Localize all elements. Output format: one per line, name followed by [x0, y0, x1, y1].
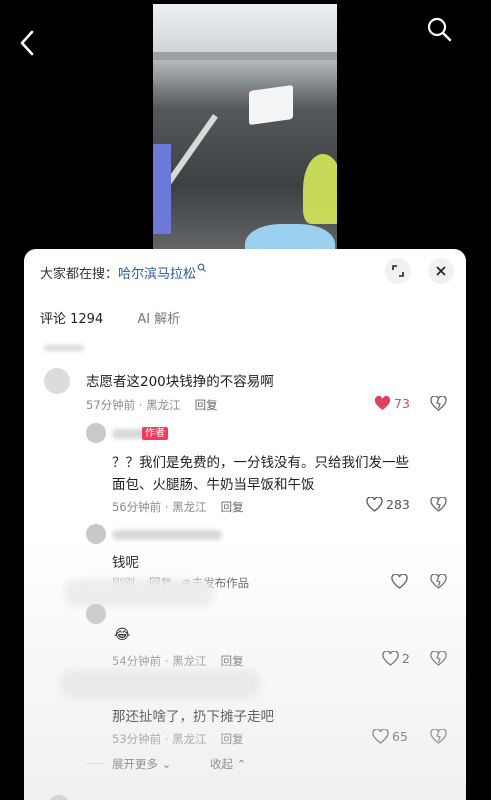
- comment-text: 钱呢: [112, 555, 139, 571]
- comment-time: 56分钟前 · 黑龙江: [112, 500, 207, 514]
- reply-button[interactable]: 回复: [221, 500, 244, 514]
- video-table: [249, 84, 293, 126]
- comment-meta: 53分钟前 · 黑龙江 回复: [112, 731, 244, 747]
- like-count: 283: [386, 497, 410, 512]
- chevron-down-icon: ⌄: [161, 757, 172, 771]
- comment-text-line1: ？？我们是免费的，一分钱没有。只给我们发一些: [112, 455, 409, 471]
- comment-meta: 57分钟前 · 黑龙江 回复: [86, 397, 218, 413]
- avatar[interactable]: [86, 524, 106, 544]
- video-frame[interactable]: [153, 4, 337, 264]
- dislike-heart-icon[interactable]: [430, 396, 447, 411]
- comment-time: 57分钟前 · 黑龙江: [86, 398, 181, 412]
- comment-meta: 56分钟前 · 黑龙江 回复: [112, 499, 244, 515]
- like-count: 73: [394, 396, 410, 411]
- privacy-blur: [64, 579, 214, 607]
- divider: [86, 763, 104, 764]
- comment-meta: 54分钟前 · 黑龙江 回复: [112, 653, 244, 669]
- avatar[interactable]: [86, 604, 106, 624]
- heart-outline-icon: [366, 497, 383, 512]
- like-button[interactable]: 2: [382, 651, 410, 666]
- collapse-label: 收起: [210, 757, 233, 771]
- avatar[interactable]: [44, 368, 70, 394]
- dislike-heart-icon[interactable]: [430, 497, 447, 512]
- heart-outline-icon[interactable]: [391, 574, 408, 589]
- comment-time: 53分钟前 · 黑龙江: [112, 732, 207, 746]
- comment-text: 那还扯啥了，扔下摊子走吧: [112, 709, 274, 725]
- expand-more-label: 展开更多: [112, 757, 158, 771]
- video-bridge: [153, 52, 337, 60]
- dislike-heart-icon[interactable]: [430, 574, 447, 589]
- hot-search-prefix: 大家都在搜：: [40, 267, 119, 282]
- comment-text-line2: 面包、火腿肠、牛奶当早饭和午饭: [112, 477, 315, 493]
- video-sky: [153, 4, 337, 54]
- like-count: 65: [392, 729, 408, 744]
- chevron-up-icon: ⌃: [236, 757, 247, 771]
- video-volunteer-raincoat: [303, 154, 337, 224]
- laughing-emoji: 😂: [114, 627, 131, 643]
- dislike-heart-icon[interactable]: [430, 651, 447, 666]
- dislike-heart-icon[interactable]: [430, 729, 447, 744]
- author-avatar[interactable]: [86, 423, 106, 443]
- expand-icon: [392, 265, 404, 277]
- like-count: 2: [402, 651, 410, 666]
- comments-sheet: 大家都在搜：哈尔滨马拉松 评论 1294 AI 解析 志愿者这200块钱挣的不容…: [24, 249, 466, 800]
- heart-outline-icon: [382, 651, 399, 666]
- username-blurred: [112, 530, 222, 540]
- reply-button[interactable]: 回复: [195, 398, 218, 412]
- heart-filled-icon: [374, 396, 391, 410]
- hidden-comment-stub: [44, 345, 84, 351]
- privacy-blur: [60, 669, 260, 699]
- collapse-button[interactable]: 收起 ⌃: [210, 756, 246, 772]
- heart-outline-icon: [372, 729, 389, 744]
- close-icon: [436, 266, 446, 276]
- next-comment-avatar[interactable]: [48, 795, 70, 800]
- comment-text: 志愿者这200块钱挣的不容易啊: [86, 374, 274, 390]
- like-button[interactable]: 283: [366, 497, 410, 512]
- arrow-left-icon: [20, 30, 34, 56]
- search-small-icon: [197, 263, 206, 272]
- back-button[interactable]: [16, 28, 40, 58]
- hot-search[interactable]: 大家都在搜：哈尔滨马拉松: [40, 263, 207, 282]
- like-button[interactable]: 65: [372, 729, 408, 744]
- video-blue-object: [153, 144, 171, 234]
- reply-button[interactable]: 回复: [221, 732, 244, 746]
- tab-comments[interactable]: 评论 1294: [40, 308, 103, 327]
- author-tag: 作者: [142, 427, 168, 440]
- expand-more-button[interactable]: 展开更多 ⌄: [112, 756, 171, 772]
- comment-tabs: 评论 1294 AI 解析: [40, 308, 210, 327]
- close-button[interactable]: [428, 258, 454, 284]
- reply-button[interactable]: 回复: [221, 654, 244, 668]
- search-icon: [427, 17, 452, 42]
- tab-ai-analysis[interactable]: AI 解析: [137, 308, 180, 327]
- like-button[interactable]: 73: [374, 396, 410, 411]
- expand-button[interactable]: [385, 258, 411, 284]
- hot-search-keyword[interactable]: 哈尔滨马拉松: [118, 267, 196, 282]
- search-button[interactable]: [424, 14, 454, 44]
- comment-time: 54分钟前 · 黑龙江: [112, 654, 207, 668]
